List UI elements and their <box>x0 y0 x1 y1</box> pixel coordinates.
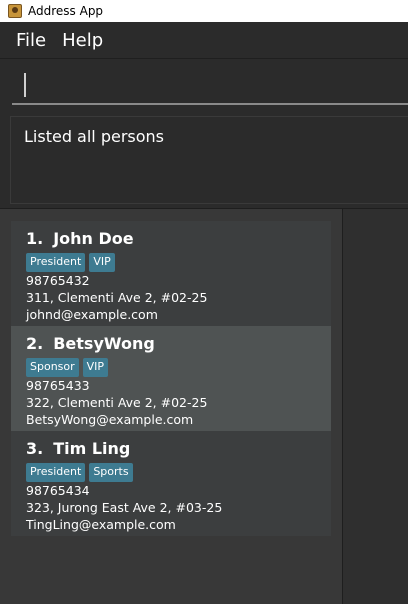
person-card[interactable]: 1. John Doe President VIP 98765432 311, … <box>11 221 331 326</box>
tag: Sponsor <box>26 358 79 377</box>
person-name: Tim Ling <box>53 439 131 458</box>
tag: Sports <box>89 463 133 482</box>
menu-bar: File Help <box>0 22 408 58</box>
person-card-selected[interactable]: 2. BetsyWong Sponsor VIP 98765433 322, C… <box>11 326 331 431</box>
command-area <box>0 58 408 110</box>
tag: President <box>26 463 86 482</box>
text-caret <box>24 73 26 97</box>
address-book-icon <box>8 4 22 18</box>
menu-help[interactable]: Help <box>54 30 111 51</box>
result-area: Listed all persons <box>0 110 408 208</box>
tag-list: President VIP <box>26 253 316 272</box>
title-bar: Address App <box>0 0 408 22</box>
person-list[interactable]: 1. John Doe President VIP 98765432 311, … <box>11 221 331 536</box>
person-index: 2. <box>26 334 44 353</box>
person-list-panel: 1. John Doe President VIP 98765432 311, … <box>0 208 408 604</box>
tag-list: Sponsor VIP <box>26 358 316 377</box>
person-name: John Doe <box>53 229 134 248</box>
result-text: Listed all persons <box>24 127 165 146</box>
person-name-row: 2. BetsyWong <box>26 334 316 356</box>
person-index: 3. <box>26 439 44 458</box>
split-pane-right <box>342 209 408 604</box>
person-phone: 98765432 <box>26 273 90 288</box>
person-phone: 98765434 <box>26 483 90 498</box>
person-name-row: 3. Tim Ling <box>26 439 316 461</box>
person-index: 1. <box>26 229 44 248</box>
menu-file[interactable]: File <box>0 30 54 51</box>
person-address: 322, Clementi Ave 2, #02-25 <box>26 395 208 410</box>
tag: President <box>26 253 86 272</box>
window-title: Address App <box>28 4 104 18</box>
person-email: TingLing@example.com <box>26 517 176 532</box>
person-address: 311, Clementi Ave 2, #02-25 <box>26 290 208 305</box>
result-display[interactable]: Listed all persons <box>10 116 408 204</box>
tag-list: President Sports <box>26 463 316 482</box>
person-card[interactable]: 3. Tim Ling President Sports 98765434 32… <box>11 431 331 536</box>
person-email: johnd@example.com <box>26 307 158 322</box>
person-phone: 98765433 <box>26 378 90 393</box>
person-address: 323, Jurong East Ave 2, #03-25 <box>26 500 223 515</box>
person-name: BetsyWong <box>53 334 155 353</box>
person-name-row: 1. John Doe <box>26 229 316 251</box>
tag: VIP <box>82 358 109 377</box>
person-email: BetsyWong@example.com <box>26 412 194 427</box>
tag: VIP <box>89 253 115 272</box>
command-input[interactable] <box>12 63 408 105</box>
